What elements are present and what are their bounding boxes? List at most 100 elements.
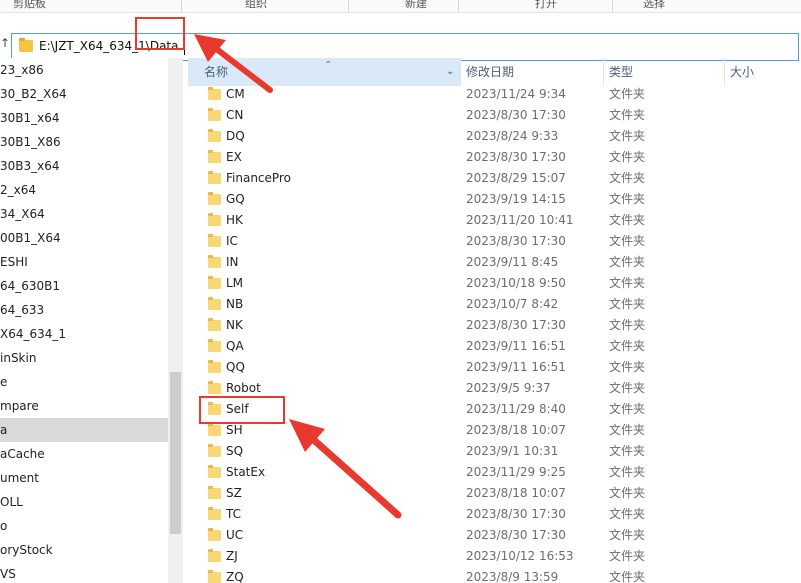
file-modified-date: 2023/8/18 10:07 <box>466 423 566 437</box>
file-row[interactable]: ZQ 2023/8/9 13:59 文件夹 <box>188 567 801 583</box>
file-row[interactable]: NB 2023/10/7 8:42 文件夹 <box>188 294 801 315</box>
file-row[interactable]: GQ 2023/9/19 14:15 文件夹 <box>188 189 801 210</box>
folder-icon <box>208 528 221 541</box>
nav-item[interactable]: o <box>0 514 168 538</box>
file-modified-date: 2023/8/24 9:33 <box>466 129 559 143</box>
address-bar-row: ↑ E:\JZT_X64_634_1\Data <box>0 13 801 61</box>
file-modified-date: 2023/11/29 8:40 <box>466 402 566 416</box>
nav-scrollbar-thumb[interactable] <box>170 372 181 534</box>
nav-item[interactable]: ument <box>0 466 168 490</box>
file-type: 文件夹 <box>609 528 646 542</box>
file-row[interactable]: UC 2023/8/30 17:30 文件夹 <box>188 525 801 546</box>
ribbon-group-select: 选择 <box>643 0 665 10</box>
file-type: 文件夹 <box>609 465 646 479</box>
ribbon-divider <box>458 0 459 13</box>
file-row[interactable]: EX 2023/8/30 17:30 文件夹 <box>188 147 801 168</box>
file-name: NB <box>226 297 244 311</box>
file-modified-date: 2023/8/30 17:30 <box>466 150 566 164</box>
folder-icon <box>208 423 221 436</box>
file-modified-date: 2023/11/24 9:34 <box>466 87 566 101</box>
up-arrow-icon[interactable]: ↑ <box>0 36 10 50</box>
file-type: 文件夹 <box>609 255 646 269</box>
nav-item[interactable]: 64_630B1 <box>0 274 168 298</box>
file-row[interactable]: NK 2023/8/30 17:30 文件夹 <box>188 315 801 336</box>
nav-item[interactable]: 30B1_X86 <box>0 130 168 154</box>
column-size-label: 大小 <box>730 65 755 79</box>
file-row[interactable]: StatEx 2023/11/29 9:25 文件夹 <box>188 462 801 483</box>
folder-icon <box>208 276 221 289</box>
nav-item[interactable]: 23_x86 <box>0 58 168 82</box>
address-bar[interactable]: E:\JZT_X64_634_1\Data <box>11 33 799 61</box>
nav-item[interactable]: X64_634_1 <box>0 322 168 346</box>
nav-item[interactable]: 30_B2_X64 <box>0 82 168 106</box>
column-divider[interactable] <box>724 58 725 86</box>
ribbon-group-clipboard: 剪贴板 <box>13 0 46 10</box>
nav-item[interactable]: ESHI <box>0 250 168 274</box>
nav-item[interactable]: 30B1_x64 <box>0 106 168 130</box>
file-row[interactable]: IC 2023/8/30 17:30 文件夹 <box>188 231 801 252</box>
folder-icon <box>208 465 221 478</box>
nav-item[interactable]: OLL <box>0 490 168 514</box>
file-name: TC <box>226 507 242 521</box>
nav-item[interactable]: oryStock <box>0 538 168 562</box>
file-row[interactable]: CM 2023/11/24 9:34 文件夹 <box>188 84 801 105</box>
file-row[interactable]: SZ 2023/8/18 10:07 文件夹 <box>188 483 801 504</box>
nav-item[interactable]: 00B1_X64 <box>0 226 168 250</box>
file-type: 文件夹 <box>609 171 646 185</box>
file-row[interactable]: IN 2023/9/11 8:45 文件夹 <box>188 252 801 273</box>
ribbon-group-organize: 组织 <box>245 0 267 10</box>
column-divider[interactable] <box>603 58 604 86</box>
sort-ascending-icon: ⌃ <box>324 60 333 71</box>
file-type: 文件夹 <box>609 570 646 583</box>
nav-item[interactable]: a <box>0 418 168 442</box>
file-row[interactable]: FinancePro 2023/8/29 15:07 文件夹 <box>188 168 801 189</box>
file-row[interactable]: TC 2023/8/30 17:30 文件夹 <box>188 504 801 525</box>
folder-icon <box>208 108 221 121</box>
file-type: 文件夹 <box>609 192 646 206</box>
file-modified-date: 2023/8/9 13:59 <box>466 570 559 583</box>
column-header-type[interactable]: 类型 <box>609 58 725 86</box>
file-type: 文件夹 <box>609 360 646 374</box>
file-type: 文件夹 <box>609 108 646 122</box>
nav-item[interactable]: VS <box>0 562 168 583</box>
file-row[interactable]: LM 2023/10/18 9:50 文件夹 <box>188 273 801 294</box>
nav-item[interactable]: 2_x64 <box>0 178 168 202</box>
file-type: 文件夹 <box>609 129 646 143</box>
nav-item[interactable]: mpare <box>0 394 168 418</box>
file-type: 文件夹 <box>609 87 646 101</box>
file-type: 文件夹 <box>609 276 646 290</box>
nav-item[interactable]: 34_X64 <box>0 202 168 226</box>
file-type: 文件夹 <box>609 423 646 437</box>
column-header-name[interactable]: 名称 ⌃ ⌄ <box>188 58 460 86</box>
folder-icon <box>208 360 221 373</box>
file-row[interactable]: DQ 2023/8/24 9:33 文件夹 <box>188 126 801 147</box>
file-row[interactable]: ZJ 2023/10/12 16:53 文件夹 <box>188 546 801 567</box>
file-row[interactable]: SQ 2023/9/1 10:31 文件夹 <box>188 441 801 462</box>
nav-item[interactable]: 30B3_x64 <box>0 154 168 178</box>
column-header-size[interactable]: 大小 <box>730 58 801 86</box>
column-header-date[interactable]: 修改日期 <box>466 58 604 86</box>
file-list-pane: 名称 ⌃ ⌄ 修改日期 类型 大小 CM 2023/11/24 9:34 文件夹 CN… <box>188 58 801 583</box>
file-row[interactable]: QQ 2023/9/11 16:51 文件夹 <box>188 357 801 378</box>
file-row[interactable]: CN 2023/8/30 17:30 文件夹 <box>188 105 801 126</box>
nav-item[interactable]: 64_633 <box>0 298 168 322</box>
ribbon-divider <box>181 0 182 13</box>
file-modified-date: 2023/9/11 8:45 <box>466 255 559 269</box>
nav-item[interactable]: e <box>0 370 168 394</box>
column-divider[interactable] <box>460 58 461 86</box>
file-type: 文件夹 <box>609 381 646 395</box>
folder-icon <box>208 297 221 310</box>
file-name: ZJ <box>226 549 238 563</box>
folder-icon <box>208 318 221 331</box>
file-type: 文件夹 <box>609 402 646 416</box>
nav-item[interactable]: inSkin <box>0 346 168 370</box>
chevron-down-icon[interactable]: ⌄ <box>446 58 454 86</box>
nav-item[interactable]: aCache <box>0 442 168 466</box>
ribbon-divider <box>348 0 349 13</box>
file-row[interactable]: QA 2023/9/11 16:51 文件夹 <box>188 336 801 357</box>
folder-icon <box>208 255 221 268</box>
file-name: QA <box>226 339 244 353</box>
file-row[interactable]: HK 2023/11/20 10:41 文件夹 <box>188 210 801 231</box>
file-type: 文件夹 <box>609 213 646 227</box>
nav-scrollbar[interactable] <box>168 58 183 583</box>
